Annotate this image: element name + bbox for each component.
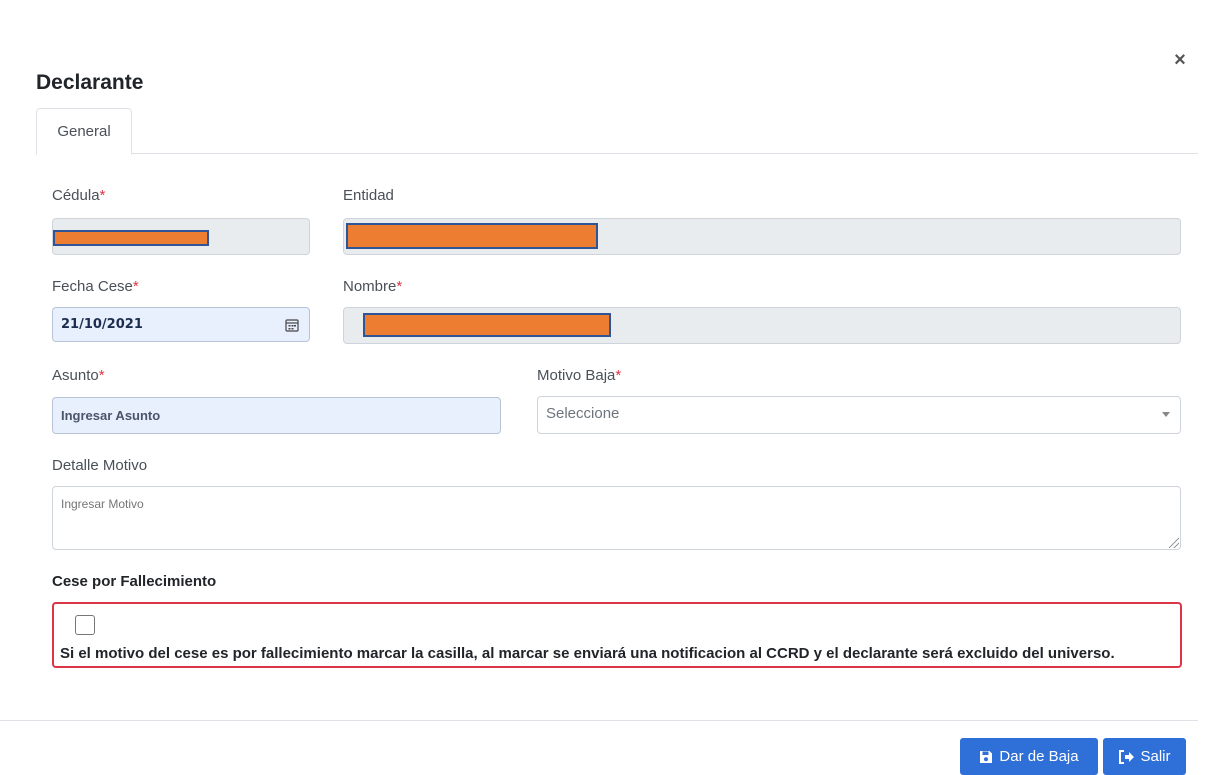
salir-button[interactable]: Salir (1103, 738, 1186, 775)
detalle-motivo-label: Detalle Motivo (52, 457, 147, 474)
required-mark: * (396, 278, 403, 295)
asunto-placeholder: Ingresar Asunto (61, 408, 161, 423)
nombre-label: Nombre* (343, 278, 402, 295)
fecha-cese-label: Fecha Cese* (52, 278, 139, 295)
dar-de-baja-label: Dar de Baja (999, 748, 1079, 765)
motivo-baja-selected: Seleccione (546, 405, 620, 422)
fallecimiento-text: Si el motivo del cese es por fallecimien… (60, 645, 1115, 662)
declarante-modal: × Declarante General Cédula* Entidad Fec… (0, 0, 1209, 775)
motivo-baja-select[interactable]: Seleccione (537, 396, 1181, 434)
tab-bar: General (36, 108, 1198, 155)
resize-grip-icon[interactable] (1169, 538, 1179, 548)
entidad-field[interactable] (343, 218, 1181, 255)
detalle-motivo-textarea[interactable] (52, 486, 1181, 550)
chevron-down-icon (1162, 412, 1170, 417)
save-icon (980, 750, 993, 763)
salir-label: Salir (1140, 748, 1171, 765)
required-mark: * (615, 367, 622, 384)
redacted-block (53, 230, 209, 246)
nombre-label-text: Nombre (343, 278, 397, 295)
asunto-input[interactable]: Ingresar Asunto (52, 397, 501, 434)
redacted-block (363, 313, 611, 337)
fallecimiento-checkbox[interactable] (75, 615, 95, 635)
tab-general[interactable]: General (36, 108, 132, 155)
dar-de-baja-button[interactable]: Dar de Baja (960, 738, 1098, 775)
calendar-icon[interactable] (285, 318, 299, 332)
required-mark: * (98, 367, 105, 384)
cedula-field[interactable] (52, 218, 310, 255)
cedula-label: Cédula* (52, 187, 105, 204)
redacted-block (346, 223, 598, 249)
close-icon[interactable]: × (1168, 48, 1192, 72)
detalle-motivo-label-text: Detalle Motivo (52, 457, 148, 474)
asunto-label-text: Asunto (52, 367, 99, 384)
entidad-label: Entidad (343, 187, 394, 204)
required-mark: * (99, 187, 106, 204)
footer-divider (0, 720, 1198, 721)
fecha-cese-value: 21/10/2021 (61, 317, 143, 332)
fallecimiento-title: Cese por Fallecimiento (52, 573, 217, 590)
fecha-cese-label-text: Fecha Cese (52, 278, 133, 295)
fecha-cese-input[interactable]: 21/10/2021 (52, 307, 310, 342)
motivo-baja-label: Motivo Baja* (537, 367, 621, 384)
required-mark: * (132, 278, 139, 295)
modal-title: Declarante (36, 71, 144, 94)
nombre-field[interactable] (343, 307, 1181, 344)
asunto-label: Asunto* (52, 367, 105, 384)
cedula-label-text: Cédula (52, 187, 100, 204)
sign-out-icon (1119, 749, 1135, 764)
fallecimiento-box: Si el motivo del cese es por fallecimien… (52, 602, 1182, 668)
entidad-label-text: Entidad (343, 187, 394, 204)
motivo-baja-label-text: Motivo Baja (537, 367, 616, 384)
